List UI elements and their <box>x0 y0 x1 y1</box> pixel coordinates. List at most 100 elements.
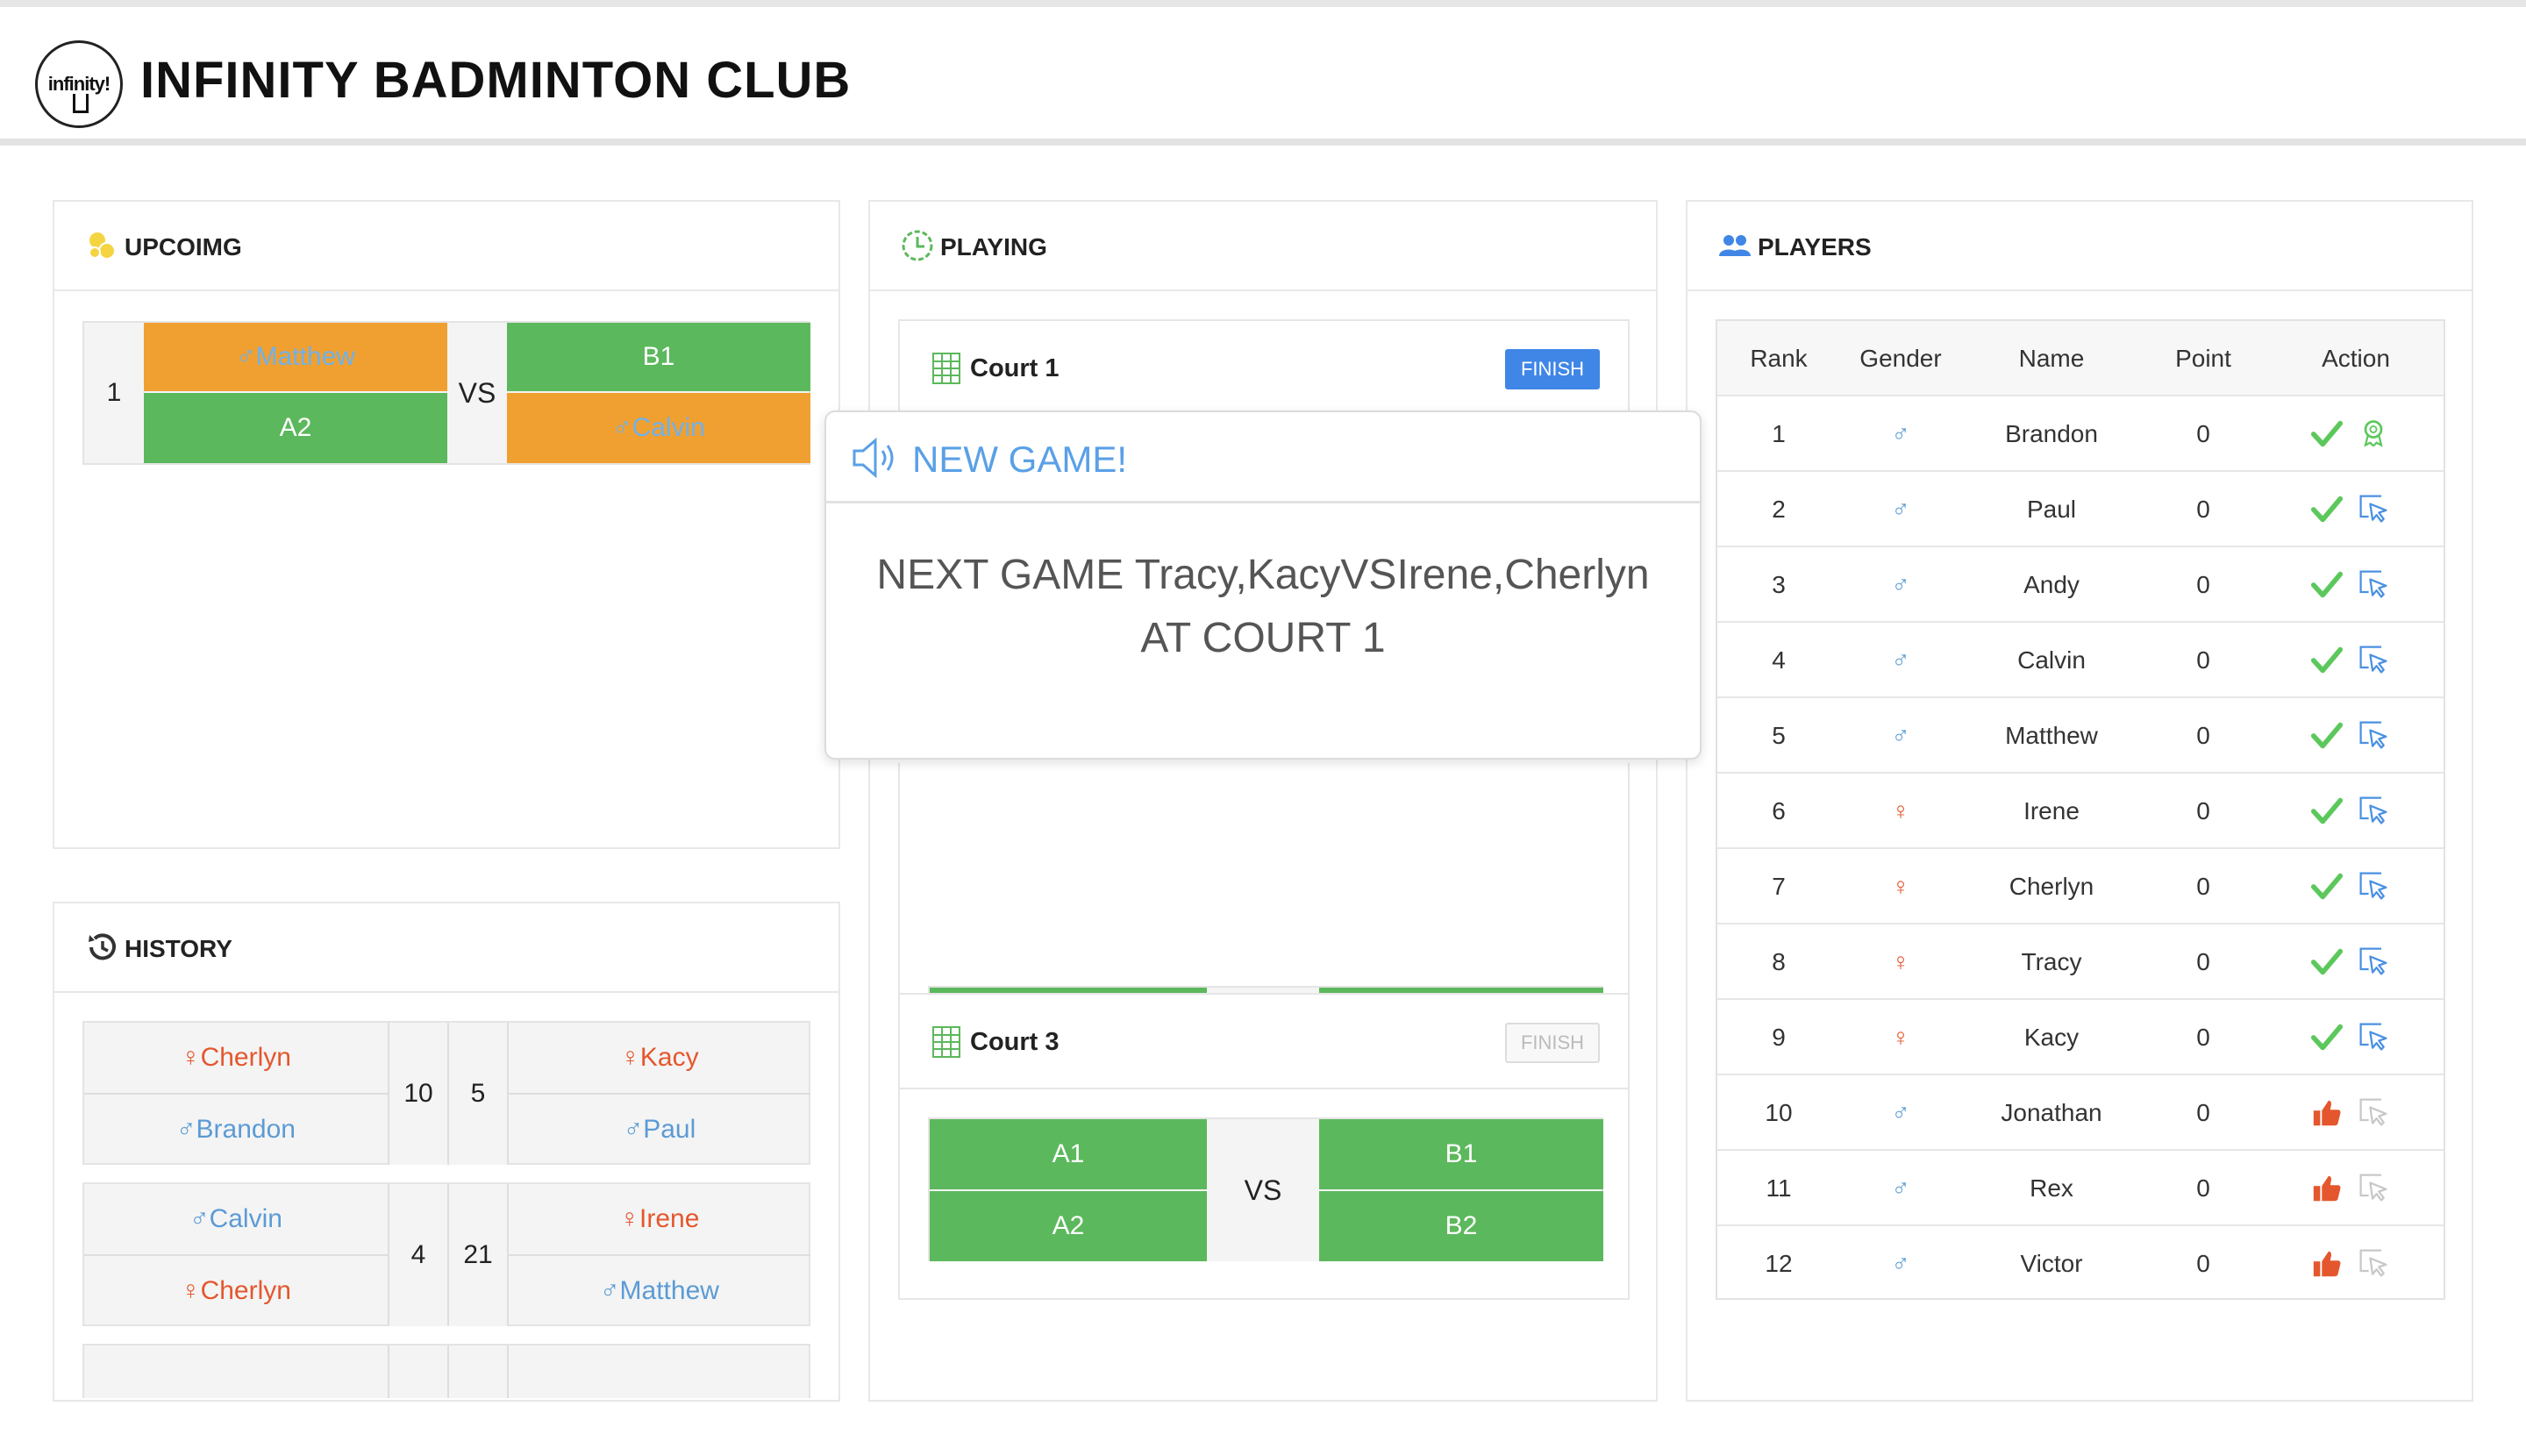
team-a-player-1[interactable]: A1 <box>930 1119 1207 1189</box>
player-actions <box>2265 547 2447 623</box>
upcoming-match[interactable]: 1 ♂Matthew A2 VS B1 ♂Calvin <box>82 321 810 465</box>
court-header: Court 1 FINISH <box>900 321 1628 416</box>
player-actions <box>2265 1226 2447 1302</box>
modal-line-2: AT COURT 1 <box>1140 615 1386 661</box>
player-actions <box>2265 924 2447 1000</box>
club-logo: infinity! <box>35 40 123 128</box>
app-header: infinity! INFINITY BADMINTON CLUB <box>0 7 2526 146</box>
players-header: PLAYERS <box>1688 202 2472 291</box>
male-icon: ♂ <box>1891 1250 1910 1277</box>
column-rank: Rank <box>1750 345 1808 372</box>
player-point: 0 <box>2196 1024 2210 1051</box>
team-a-player-2[interactable]: A2 <box>144 393 447 463</box>
player-rank: 7 <box>1772 873 1786 900</box>
divider <box>507 1345 509 1398</box>
male-icon: ♂ <box>1891 1099 1910 1126</box>
check-icon[interactable] <box>2310 946 2344 979</box>
check-icon[interactable] <box>2310 418 2344 451</box>
player-point: 0 <box>2196 722 2210 749</box>
team-b-player-2[interactable]: ♂Calvin <box>507 393 810 463</box>
thumbs-up-icon[interactable] <box>2310 1172 2344 1205</box>
player-name: Brandon <box>2005 420 2098 447</box>
left-score: 10 <box>389 1023 447 1165</box>
check-icon[interactable] <box>2310 568 2344 602</box>
select-icon[interactable] <box>2358 1021 2389 1053</box>
new-game-modal: NEW GAME! NEXT GAME Tracy,KacyVSIrene,Ch… <box>824 410 1702 760</box>
check-icon[interactable] <box>2310 1021 2344 1054</box>
select-icon[interactable] <box>2358 719 2389 751</box>
select-icon[interactable] <box>2358 644 2389 675</box>
court-3-card: Court 3 FINISH A1 A2 VS B1 B2 <box>898 993 1630 1300</box>
select-icon[interactable] <box>2358 870 2389 902</box>
select-icon-disabled[interactable] <box>2358 1096 2389 1128</box>
select-icon[interactable] <box>2358 946 2389 977</box>
check-icon[interactable] <box>2310 644 2344 677</box>
upcoming-header: UPCOIMG <box>54 202 838 291</box>
female-icon: ♀ <box>1891 797 1910 824</box>
player-point: 0 <box>2196 571 2210 598</box>
player-name: Cherlyn <box>2009 873 2094 900</box>
column-action: Action <box>2322 345 2390 372</box>
team-b-player-1[interactable]: B1 <box>507 323 810 391</box>
history-title: HISTORY <box>125 935 232 962</box>
court-header: Court 3 FINISH <box>900 995 1628 1089</box>
table-row: 3 ♂ Andy 0 <box>1717 547 2444 623</box>
top-border <box>0 0 2526 7</box>
court-grid-icon <box>932 1026 960 1058</box>
player-rank: 10 <box>1765 1099 1793 1126</box>
select-icon[interactable] <box>2358 493 2389 525</box>
table-row: 7 ♀ Cherlyn 0 <box>1717 849 2444 924</box>
select-icon[interactable] <box>2358 568 2389 600</box>
speaker-icon <box>853 437 894 479</box>
team-b-player-2[interactable]: B2 <box>1319 1191 1603 1261</box>
select-icon[interactable] <box>2358 795 2389 826</box>
check-icon[interactable] <box>2310 870 2344 903</box>
left-player-bottom: ♂Brandon <box>176 1115 296 1144</box>
player-name: Matthew <box>2005 722 2098 749</box>
player-actions <box>2265 1151 2447 1226</box>
player-name: Rex <box>2030 1174 2073 1202</box>
coins-icon <box>89 232 116 260</box>
divider <box>447 1345 449 1398</box>
right-player-top: ♀Irene <box>619 1204 700 1233</box>
player-point: 0 <box>2196 1250 2210 1277</box>
right-score: 5 <box>449 1023 507 1165</box>
modal-title: NEW GAME! <box>912 439 1128 480</box>
players-table: Rank Gender Name Point Action 1 ♂ Brandon 0… <box>1716 319 2445 1300</box>
thumbs-up-icon[interactable] <box>2310 1247 2344 1281</box>
thumbs-up-icon[interactable] <box>2310 1096 2344 1130</box>
team-b-player-1[interactable]: B1 <box>1319 1119 1603 1189</box>
left-player-top: ♂Calvin <box>189 1204 282 1233</box>
table-row: 10 ♂ Jonathan 0 <box>1717 1075 2444 1151</box>
player-actions <box>2265 1075 2447 1151</box>
player-point: 0 <box>2196 420 2210 447</box>
finish-button-disabled[interactable]: FINISH <box>1505 1023 1600 1063</box>
check-icon[interactable] <box>2310 795 2344 828</box>
players-title: PLAYERS <box>1758 233 1872 261</box>
player-name: Andy <box>2023 571 2080 598</box>
player-name: Victor <box>2020 1250 2083 1277</box>
team-a-player-1[interactable]: ♂Matthew <box>144 323 447 391</box>
check-icon[interactable] <box>2310 493 2344 526</box>
column-gender: Gender <box>1859 345 1942 372</box>
team-a-player-2[interactable]: A2 <box>930 1191 1207 1261</box>
select-icon-disabled[interactable] <box>2358 1172 2389 1203</box>
check-icon[interactable] <box>2310 719 2344 753</box>
right-player-top: ♀Kacy <box>620 1043 699 1072</box>
playing-panel: PLAYING Court 1 FINISH A1 A2 VS B1 B2 <box>868 200 1658 1402</box>
player-point: 0 <box>2196 948 2210 975</box>
history-header: HISTORY <box>54 903 838 993</box>
player-rank: 3 <box>1772 571 1786 598</box>
player-name: Tracy <box>2021 948 2082 975</box>
female-icon: ♀ <box>1891 948 1910 975</box>
player-actions <box>2265 1000 2447 1075</box>
male-icon: ♂ <box>1891 496 1910 523</box>
award-icon[interactable] <box>2358 418 2389 449</box>
select-icon-disabled[interactable] <box>2358 1247 2389 1279</box>
table-row: 8 ♀ Tracy 0 <box>1717 924 2444 1000</box>
finish-button[interactable]: FINISH <box>1505 349 1600 389</box>
player-name: Calvin <box>2017 646 2086 674</box>
column-point: Point <box>2175 345 2231 372</box>
modal-line-1: NEXT GAME Tracy,KacyVSIrene,Cherlyn <box>876 552 1650 598</box>
player-rank: 2 <box>1772 496 1786 523</box>
